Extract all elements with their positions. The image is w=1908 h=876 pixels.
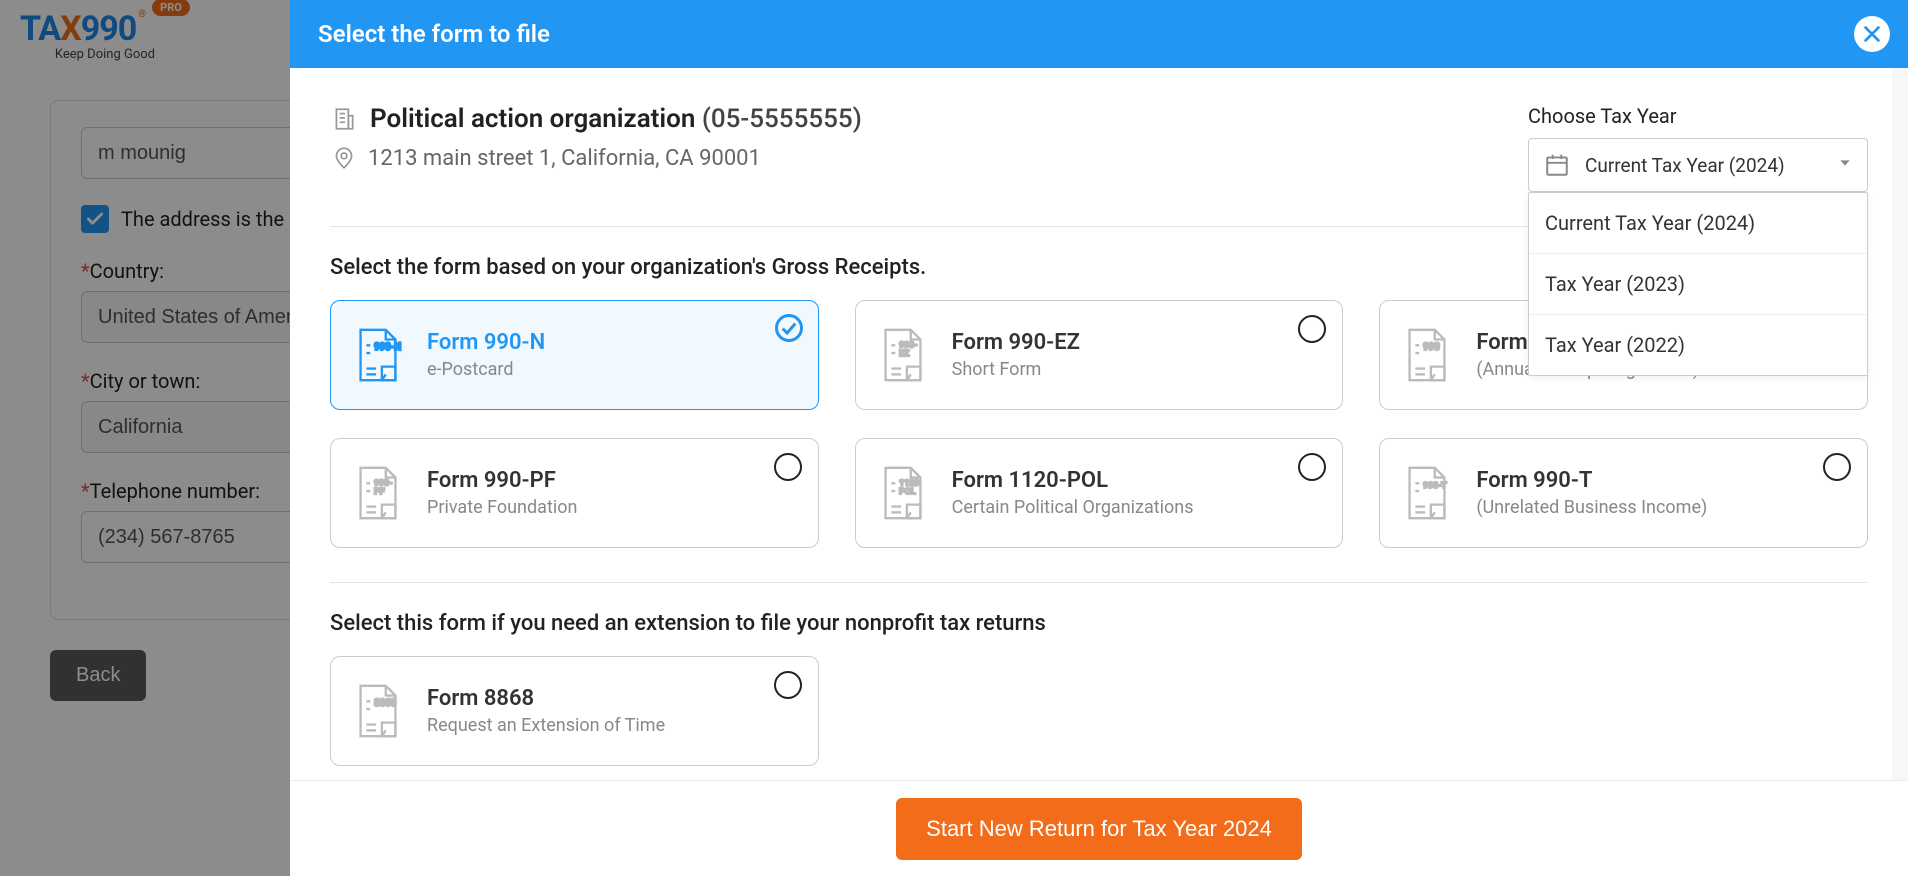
form-doc-icon: 990-N bbox=[347, 324, 409, 386]
form-doc-icon: 8868 bbox=[347, 680, 409, 742]
form-card-1120-pol[interactable]: 1120 POL Form 1120-POL Certain Political… bbox=[855, 438, 1344, 548]
tax-year-dropdown: Current Tax Year (2024) Tax Year (2023) … bbox=[1528, 192, 1868, 376]
section-extension: Select this form if you need an extensio… bbox=[330, 611, 1868, 636]
form-doc-icon: 990- PF bbox=[347, 462, 409, 524]
tax-year-select[interactable]: Current Tax Year (2024) bbox=[1528, 138, 1868, 192]
svg-text:PF: PF bbox=[374, 487, 385, 497]
form-title: Form 990-PF bbox=[427, 468, 798, 493]
form-card-990-t[interactable]: 990-T Form 990-T (Unrelated Business Inc… bbox=[1379, 438, 1868, 548]
svg-text:990: 990 bbox=[1423, 342, 1440, 353]
building-icon bbox=[330, 105, 358, 133]
form-subtitle: Request an Extension of Time bbox=[427, 715, 798, 736]
form-card-8868[interactable]: 8868 Form 8868 Request an Extension of T… bbox=[330, 656, 819, 766]
form-title: Form 1120-POL bbox=[952, 468, 1323, 493]
form-title: Form 8868 bbox=[427, 686, 798, 711]
form-doc-icon: 990 bbox=[1396, 324, 1458, 386]
form-subtitle: Short Form bbox=[952, 359, 1323, 380]
form-doc-icon: 990- EZ bbox=[872, 324, 934, 386]
tax-year-option-2022[interactable]: Tax Year (2022) bbox=[1529, 315, 1867, 375]
form-subtitle: e-Postcard bbox=[427, 359, 798, 380]
select-form-modal: Select the form to file Political action… bbox=[290, 0, 1908, 876]
start-new-return-button[interactable]: Start New Return for Tax Year 2024 bbox=[896, 798, 1302, 860]
form-title: Form 990-N bbox=[427, 330, 798, 355]
modal-footer: Start New Return for Tax Year 2024 bbox=[290, 780, 1908, 876]
form-card-990-pf[interactable]: 990- PF Form 990-PF Private Foundation bbox=[330, 438, 819, 548]
svg-text:990-N: 990-N bbox=[374, 342, 401, 353]
org-ein: (05-5555555) bbox=[702, 104, 862, 134]
svg-text:POL: POL bbox=[899, 487, 916, 497]
svg-text:EZ: EZ bbox=[899, 349, 909, 359]
tax-year-column: Choose Tax Year Current Tax Year (2024) … bbox=[1528, 104, 1868, 192]
form-subtitle: (Unrelated Business Income) bbox=[1476, 497, 1847, 518]
form-doc-icon: 990-T bbox=[1396, 462, 1458, 524]
svg-text:8868: 8868 bbox=[374, 698, 397, 709]
tax-year-label: Choose Tax Year bbox=[1528, 104, 1868, 128]
location-icon bbox=[330, 144, 358, 172]
form-subtitle: Certain Political Organizations bbox=[952, 497, 1323, 518]
modal-title: Select the form to file bbox=[318, 20, 550, 48]
org-address: 1213 main street 1, California, CA 90001 bbox=[368, 146, 761, 171]
chevron-down-icon bbox=[1837, 155, 1853, 175]
tax-year-option-2023[interactable]: Tax Year (2023) bbox=[1529, 254, 1867, 315]
calendar-icon bbox=[1543, 151, 1571, 179]
close-button[interactable] bbox=[1854, 16, 1890, 52]
divider bbox=[330, 582, 1868, 583]
org-name-line: Political action organization (05-555555… bbox=[330, 104, 1488, 134]
radio-indicator bbox=[774, 671, 802, 699]
form-title: Form 990-EZ bbox=[952, 330, 1323, 355]
form-doc-icon: 1120 POL bbox=[872, 462, 934, 524]
form-subtitle: Private Foundation bbox=[427, 497, 798, 518]
org-name: Political action organization bbox=[370, 104, 695, 134]
modal-header: Select the form to file bbox=[290, 0, 1908, 68]
close-icon bbox=[1861, 23, 1883, 45]
tax-year-selected-text: Current Tax Year (2024) bbox=[1585, 154, 1823, 177]
selected-check-icon bbox=[774, 313, 804, 347]
form-card-990-n[interactable]: 990-N Form 990-N e-Postcard bbox=[330, 300, 819, 410]
form-title: Form 990-T bbox=[1476, 468, 1847, 493]
radio-indicator bbox=[774, 453, 802, 481]
form-card-990-ez[interactable]: 990- EZ Form 990-EZ Short Form bbox=[855, 300, 1344, 410]
modal-body: Political action organization (05-555555… bbox=[290, 68, 1908, 780]
org-address-line: 1213 main street 1, California, CA 90001 bbox=[330, 144, 1488, 172]
tax-year-option-2024[interactable]: Current Tax Year (2024) bbox=[1529, 193, 1867, 254]
radio-indicator bbox=[1823, 453, 1851, 481]
svg-text:990-T: 990-T bbox=[1423, 481, 1447, 491]
